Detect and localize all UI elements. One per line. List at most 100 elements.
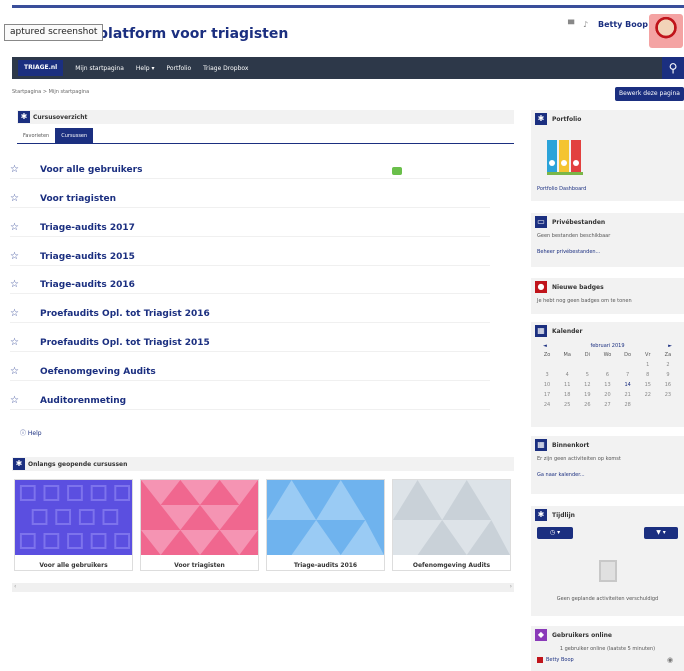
- weekday-label: Wo: [603, 352, 612, 358]
- puzzle-icon: ✱: [535, 113, 547, 125]
- breadcrumb[interactable]: Startpagina > Mijn startpagina: [12, 89, 89, 95]
- eye-icon[interactable]: ◉: [667, 656, 673, 664]
- scroll-right-icon[interactable]: ›: [510, 583, 512, 590]
- nav-my-home[interactable]: Mijn startpagina: [75, 65, 124, 72]
- bell-icon[interactable]: ♪: [583, 20, 588, 29]
- timeline-filter-button[interactable]: ◷ ▾: [537, 527, 573, 539]
- calendar-day: [557, 362, 577, 368]
- calendar-day[interactable]: 25: [557, 402, 577, 408]
- course-link[interactable]: Proefaudits Opl. tot Triagist 2016: [40, 309, 210, 319]
- course-card[interactable]: Voor alle gebruikers: [14, 479, 133, 571]
- calendar-day[interactable]: 24: [537, 402, 557, 408]
- calendar-day[interactable]: 23: [658, 392, 678, 398]
- calendar-day[interactable]: 14: [618, 382, 638, 388]
- private-files-title: Privébestanden: [552, 218, 606, 226]
- search-icon[interactable]: ⚲: [662, 57, 684, 79]
- star-icon[interactable]: ☆: [10, 308, 40, 319]
- course-row[interactable]: ☆ Triage-audits 2016: [10, 276, 490, 294]
- nav-dropbox[interactable]: Triage Dropbox: [203, 65, 248, 72]
- horizontal-scrollbar[interactable]: ‹ ›: [12, 583, 514, 592]
- calendar-day[interactable]: 2: [658, 362, 678, 368]
- help-label: Help: [27, 430, 42, 437]
- timeline-sort-button[interactable]: ▼ ▾: [644, 527, 678, 539]
- card-label[interactable]: Voor triagisten: [141, 557, 258, 574]
- course-link[interactable]: Triage-audits 2015: [40, 252, 135, 262]
- calendar-day[interactable]: 27: [597, 402, 617, 408]
- course-row[interactable]: ☆ Auditorenmeting: [10, 392, 490, 410]
- calendar-day[interactable]: 13: [597, 382, 617, 388]
- star-icon[interactable]: ☆: [10, 337, 40, 348]
- site-title[interactable]: platform voor triagisten: [98, 24, 288, 44]
- course-link[interactable]: Voor triagisten: [40, 194, 116, 204]
- course-row[interactable]: ☆ Proefaudits Opl. tot Triagist 2016: [10, 305, 490, 323]
- course-row[interactable]: ☆ Triage-audits 2015: [10, 248, 490, 266]
- course-link[interactable]: Oefenomgeving Audits: [40, 367, 156, 377]
- calendar-day[interactable]: 9: [658, 372, 678, 378]
- nav-portfolio[interactable]: Portfolio: [166, 65, 191, 72]
- course-link[interactable]: Proefaudits Opl. tot Triagist 2015: [40, 338, 210, 348]
- course-row[interactable]: ☆ Triage-audits 2017: [10, 219, 490, 237]
- calendar-day[interactable]: 10: [537, 382, 557, 388]
- badges-header: ● Nieuwe badges: [531, 278, 684, 296]
- scroll-left-icon[interactable]: ‹: [14, 583, 16, 590]
- calendar-day[interactable]: 11: [557, 382, 577, 388]
- course-row[interactable]: ☆ Proefaudits Opl. tot Triagist 2015: [10, 334, 490, 352]
- star-icon[interactable]: ☆: [10, 222, 40, 233]
- star-icon[interactable]: ☆: [10, 366, 40, 377]
- card-label[interactable]: Triage-audits 2016: [267, 557, 384, 574]
- main-navbar: TRIAGE.nl Mijn startpagina Help ▾ Portfo…: [12, 57, 684, 79]
- star-icon[interactable]: ☆: [10, 251, 40, 262]
- portfolio-dashboard-link[interactable]: Portfolio Dashboard: [531, 184, 592, 194]
- course-card[interactable]: Voor triagisten: [140, 479, 259, 571]
- course-row[interactable]: ☆ Oefenomgeving Audits: [10, 363, 490, 381]
- calendar-day[interactable]: 26: [577, 402, 597, 408]
- calendar-day[interactable]: 4: [557, 372, 577, 378]
- course-link[interactable]: Auditorenmeting: [40, 396, 126, 406]
- puzzle-icon: ✱: [13, 458, 25, 470]
- star-icon[interactable]: ☆: [10, 164, 40, 175]
- calendar-day[interactable]: 6: [597, 372, 617, 378]
- nav-help[interactable]: Help ▾: [136, 65, 155, 72]
- edit-page-button[interactable]: Bewerk deze pagina: [615, 87, 684, 101]
- calendar-day[interactable]: 7: [618, 372, 638, 378]
- calendar-day[interactable]: 17: [537, 392, 557, 398]
- course-link[interactable]: Triage-audits 2016: [40, 280, 135, 290]
- chat-icon[interactable]: ▀: [568, 20, 574, 29]
- manage-files-link[interactable]: Beheer privébestanden...: [531, 247, 684, 257]
- calendar-day[interactable]: 18: [557, 392, 577, 398]
- calendar-day[interactable]: 28: [618, 402, 638, 408]
- tab-favorites[interactable]: Favorieten: [17, 128, 55, 143]
- nav-brand[interactable]: TRIAGE.nl: [18, 60, 64, 76]
- calendar-day[interactable]: 16: [658, 382, 678, 388]
- tab-courses[interactable]: Cursussen: [55, 128, 94, 143]
- star-icon[interactable]: ☆: [10, 395, 40, 406]
- course-row[interactable]: ☆ Voor triagisten: [10, 190, 490, 208]
- calendar-day[interactable]: 3: [537, 372, 557, 378]
- calendar-day[interactable]: 12: [577, 382, 597, 388]
- course-link[interactable]: Triage-audits 2017: [40, 223, 135, 233]
- course-link[interactable]: Voor alle gebruikers: [40, 165, 142, 175]
- calendar-day[interactable]: 19: [577, 392, 597, 398]
- course-row[interactable]: ☆ Voor alle gebruikers: [10, 161, 490, 179]
- calendar-day[interactable]: 8: [638, 372, 658, 378]
- prev-month-icon[interactable]: ◄: [543, 343, 547, 349]
- calendar-day[interactable]: 22: [638, 392, 658, 398]
- course-card[interactable]: Oefenomgeving Audits: [392, 479, 511, 571]
- card-label[interactable]: Oefenomgeving Audits: [393, 557, 510, 574]
- star-icon[interactable]: ☆: [10, 193, 40, 204]
- card-label[interactable]: Voor alle gebruikers: [15, 557, 132, 574]
- star-icon[interactable]: ☆: [10, 279, 40, 290]
- go-to-calendar-link[interactable]: Ga naar kalender...: [531, 470, 684, 480]
- user-menu[interactable]: Betty Boop ˅: [598, 20, 655, 29]
- help-link[interactable]: ⓘ Help: [20, 428, 42, 437]
- calendar-day[interactable]: 21: [618, 392, 638, 398]
- avatar[interactable]: [649, 14, 683, 48]
- next-month-icon[interactable]: ►: [668, 343, 672, 349]
- calendar-day[interactable]: 1: [638, 362, 658, 368]
- online-user[interactable]: Betty Boop: [537, 657, 574, 663]
- course-card[interactable]: Triage-audits 2016: [266, 479, 385, 571]
- calendar-day[interactable]: 5: [577, 372, 597, 378]
- online-user-name[interactable]: Betty Boop: [546, 657, 574, 663]
- calendar-day[interactable]: 20: [597, 392, 617, 398]
- calendar-day[interactable]: 15: [638, 382, 658, 388]
